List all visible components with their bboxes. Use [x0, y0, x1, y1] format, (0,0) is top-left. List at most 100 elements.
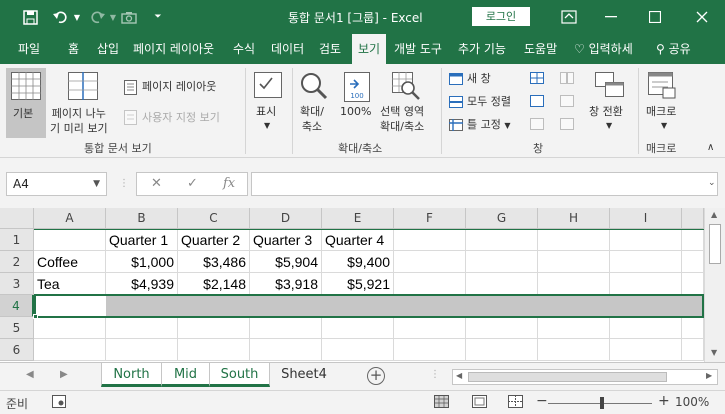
new-window-button[interactable]: 새 창 [467, 71, 491, 86]
tab-page-layout[interactable]: 페이지 레이아웃 [133, 34, 214, 64]
fill-handle[interactable] [33, 314, 38, 319]
name-box[interactable]: A4 ▼ [6, 172, 107, 196]
cell[interactable] [250, 317, 322, 339]
page-break-status-icon[interactable] [508, 395, 523, 411]
cell[interactable] [610, 317, 682, 339]
scroll-up-icon[interactable]: ▲ [711, 210, 717, 219]
cell[interactable] [538, 273, 610, 295]
save-icon[interactable] [21, 8, 39, 26]
scroll-down-icon[interactable]: ▼ [711, 348, 717, 357]
row-header-selected[interactable]: 4 [0, 295, 34, 317]
freeze-panes-button[interactable]: 틀 고정 ▼ [467, 117, 511, 133]
column-header[interactable]: I [610, 208, 682, 229]
cell[interactable] [538, 229, 610, 251]
tab-formulas[interactable]: 수식 [233, 34, 255, 64]
row-header[interactable]: 1 [0, 229, 34, 251]
cell[interactable] [178, 339, 250, 361]
tab-data[interactable]: 데이터 [271, 34, 304, 64]
cell[interactable] [682, 273, 704, 295]
cell[interactable]: $1,000 [106, 251, 178, 273]
vertical-scroll-thumb[interactable] [709, 224, 721, 264]
row-header[interactable]: 3 [0, 273, 34, 295]
cell[interactable]: $4,939 [106, 273, 178, 295]
new-sheet-button[interactable]: + [367, 367, 385, 385]
tab-view[interactable]: 보기 [352, 34, 387, 64]
cell[interactable]: Quarter 2 [178, 229, 250, 251]
zoom-100-button[interactable]: 100% [340, 104, 371, 119]
sheet-tab-south[interactable]: South [210, 363, 270, 387]
zoom-in-icon[interactable]: + [658, 393, 670, 409]
tab-home[interactable]: 홈 [68, 34, 79, 64]
close-button[interactable] [679, 0, 725, 34]
cell[interactable] [538, 251, 610, 273]
column-header[interactable]: H [538, 208, 610, 229]
cell[interactable] [682, 229, 704, 251]
cell[interactable] [394, 317, 466, 339]
row-header[interactable]: 5 [0, 317, 34, 339]
tab-add-ins[interactable]: 추가 기능 [458, 34, 506, 64]
normal-view-status-icon[interactable] [434, 395, 449, 411]
macro-record-icon[interactable] [52, 395, 66, 411]
switch-windows-button[interactable]: 창 전환 [589, 104, 623, 119]
row-header[interactable]: 6 [0, 339, 34, 361]
column-header[interactable] [682, 208, 704, 229]
prev-sheet-icon[interactable]: ◀ [26, 369, 34, 380]
cell[interactable] [538, 317, 610, 339]
page-break-preview-label[interactable]: 페이지 나누 기 미리 보기 [50, 106, 108, 136]
cell[interactable]: Quarter 1 [106, 229, 178, 251]
tab-insert[interactable]: 삽입 [97, 34, 119, 64]
zoom-button[interactable]: 확대/ 축소 [300, 104, 324, 134]
sheet-tab-sheet4[interactable]: Sheet4 [276, 363, 332, 387]
cell[interactable] [682, 339, 704, 361]
zoom-to-selection-button[interactable]: 선택 영역 확대/축소 [380, 104, 424, 134]
expand-formula-bar-icon[interactable]: ⌄ [708, 178, 716, 188]
cell[interactable] [538, 339, 610, 361]
sheet-tab-mid[interactable]: Mid [162, 363, 210, 387]
cell[interactable] [34, 317, 106, 339]
cell[interactable] [682, 251, 704, 273]
cell[interactable] [394, 273, 466, 295]
cell[interactable] [178, 317, 250, 339]
cell[interactable] [466, 317, 538, 339]
insert-function-icon[interactable]: fx [223, 176, 235, 191]
page-layout-button[interactable]: 페이지 레이아웃 [142, 79, 216, 94]
tell-me-box[interactable]: ♡ 입력하세 [574, 34, 633, 64]
zoom-out-icon[interactable]: − [536, 393, 548, 409]
column-header[interactable]: E [322, 208, 394, 229]
cell[interactable] [322, 339, 394, 361]
ribbon-display-options-icon[interactable] [546, 0, 592, 34]
column-header[interactable]: A [34, 208, 106, 229]
show-button[interactable]: 표시 [256, 104, 276, 119]
cell[interactable]: Quarter 3 [250, 229, 322, 251]
cell[interactable] [466, 339, 538, 361]
cancel-icon[interactable]: ✕ [151, 176, 162, 191]
zoom-level[interactable]: 100% [675, 395, 709, 409]
cell[interactable] [250, 339, 322, 361]
cell[interactable] [34, 339, 106, 361]
cell[interactable] [610, 229, 682, 251]
tab-split-grip-icon[interactable]: ⋮ [430, 369, 440, 380]
cell[interactable]: $5,904 [250, 251, 322, 273]
tab-developer[interactable]: 개발 도구 [394, 34, 442, 64]
tab-review[interactable]: 검토 [319, 34, 341, 64]
cell[interactable] [466, 251, 538, 273]
cell[interactable]: Quarter 4 [322, 229, 394, 251]
tab-help[interactable]: 도움말 [524, 34, 557, 64]
next-sheet-icon[interactable]: ▶ [60, 369, 68, 380]
cell[interactable] [106, 317, 178, 339]
row-header[interactable]: 2 [0, 251, 34, 273]
horizontal-scroll-thumb[interactable] [468, 372, 667, 382]
collapse-ribbon-icon[interactable]: ∧ [707, 140, 714, 155]
cell[interactable] [106, 339, 178, 361]
sheet-tab-north[interactable]: North [101, 363, 162, 387]
maximize-button[interactable] [632, 0, 678, 34]
cell[interactable] [682, 317, 704, 339]
scroll-right-icon[interactable]: ▶ [706, 371, 712, 380]
column-header[interactable]: D [250, 208, 322, 229]
cell[interactable] [34, 229, 106, 251]
cell[interactable] [610, 339, 682, 361]
formula-input[interactable] [251, 172, 718, 196]
column-header[interactable]: B [106, 208, 178, 229]
minimize-button[interactable] [588, 0, 634, 34]
cell[interactable]: $3,486 [178, 251, 250, 273]
